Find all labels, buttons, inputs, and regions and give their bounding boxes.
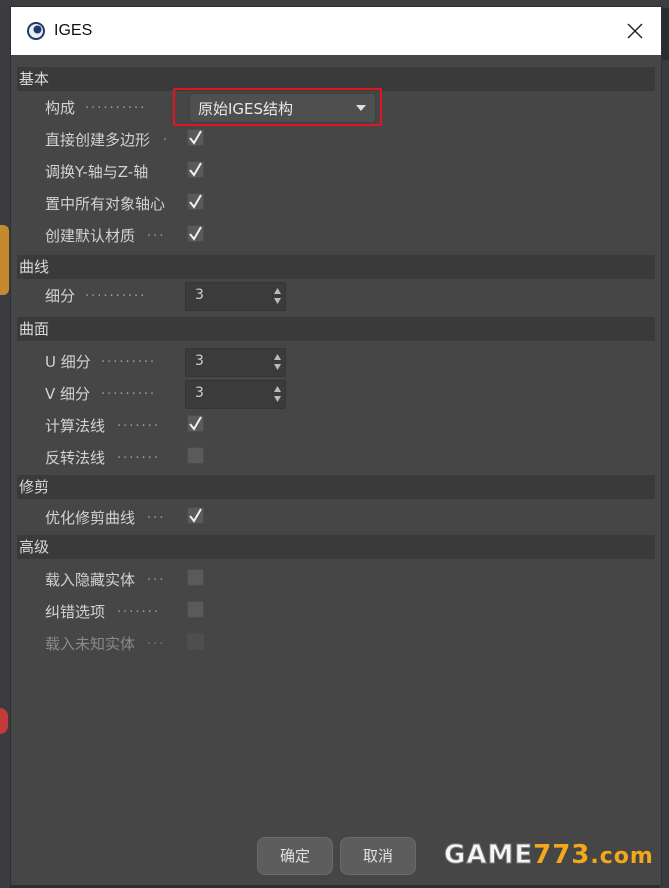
caret-down-icon bbox=[356, 105, 366, 111]
cinema4d-app-icon bbox=[27, 22, 45, 40]
row-v-subdivision: V 细分 ......... 3 bbox=[17, 377, 655, 409]
stepper-arrows-icon[interactable] bbox=[274, 386, 281, 402]
stepper-arrows-icon[interactable] bbox=[274, 354, 281, 370]
error-options-checkbox[interactable] bbox=[187, 601, 204, 618]
row-flip-normals: 反转法线 ....... bbox=[17, 441, 655, 473]
direct-polygon-checkbox[interactable] bbox=[187, 129, 204, 146]
curve-subdivision-label: 细分 bbox=[45, 287, 76, 305]
row-default-material: 创建默认材质 ... bbox=[17, 219, 655, 251]
u-subdivision-value: 3 bbox=[195, 353, 204, 369]
close-icon bbox=[627, 23, 643, 39]
row-calc-normals: 计算法线 ....... bbox=[17, 409, 655, 441]
u-subdivision-stepper[interactable]: 3 bbox=[185, 348, 286, 377]
cancel-button[interactable]: 取消 bbox=[340, 837, 416, 875]
load-unknown-checkbox bbox=[187, 633, 204, 650]
v-subdivision-stepper[interactable]: 3 bbox=[185, 380, 286, 409]
error-options-label: 纠错选项 bbox=[45, 603, 106, 621]
load-hidden-label: 载入隐藏实体 bbox=[45, 571, 136, 589]
section-header-advanced: 高级 bbox=[17, 535, 655, 559]
checkmark-icon bbox=[189, 162, 202, 177]
flip-normals-checkbox[interactable] bbox=[187, 447, 204, 464]
section-header-curve: 曲线 bbox=[17, 255, 655, 279]
dialog-titlebar: IGES bbox=[11, 7, 661, 55]
optimize-trim-label: 优化修剪曲线 bbox=[45, 509, 136, 527]
default-material-label: 创建默认材质 bbox=[45, 227, 136, 245]
leader-dots: ... bbox=[147, 225, 166, 240]
row-composition: 构成 .......... 原始IGES结构 bbox=[17, 88, 655, 126]
row-load-hidden: 载入隐藏实体 ... bbox=[17, 563, 655, 595]
u-subdivision-label: U 细分 bbox=[45, 353, 91, 371]
composition-dropdown[interactable]: 原始IGES结构 bbox=[189, 93, 376, 123]
watermark-part3: .com bbox=[590, 844, 654, 869]
close-button[interactable] bbox=[623, 19, 647, 43]
leader-dots: .......... bbox=[85, 285, 147, 300]
calc-normals-label: 计算法线 bbox=[45, 417, 106, 435]
leader-dots: ......... bbox=[101, 351, 157, 366]
dialog-title: IGES bbox=[54, 22, 93, 39]
calc-normals-checkbox[interactable] bbox=[187, 415, 204, 432]
direct-polygon-label: 直接创建多边形 bbox=[45, 131, 151, 149]
leader-dots: ......... bbox=[101, 383, 157, 398]
leader-dots: .......... bbox=[85, 97, 147, 112]
flip-normals-label: 反转法线 bbox=[45, 449, 106, 467]
composition-label: 构成 bbox=[45, 99, 76, 117]
row-optimize-trim: 优化修剪曲线 ... bbox=[17, 501, 655, 533]
background-app-red-element bbox=[0, 708, 8, 734]
watermark-part2: 773 bbox=[533, 840, 591, 870]
checkmark-icon bbox=[189, 194, 202, 209]
load-hidden-checkbox[interactable] bbox=[187, 569, 204, 586]
v-subdivision-value: 3 bbox=[195, 385, 204, 401]
stepper-arrows-icon[interactable] bbox=[274, 288, 281, 304]
checkmark-icon bbox=[189, 416, 202, 431]
curve-subdivision-value: 3 bbox=[195, 287, 204, 303]
load-unknown-label: 载入未知实体 bbox=[45, 635, 136, 653]
center-axes-label: 置中所有对象轴心 bbox=[45, 195, 166, 213]
row-u-subdivision: U 细分 ......... 3 bbox=[17, 345, 655, 377]
swap-yz-checkbox[interactable] bbox=[187, 161, 204, 178]
swap-yz-label: 调换Y-轴与Z-轴 bbox=[45, 163, 149, 181]
leader-dots: ....... bbox=[117, 415, 160, 430]
row-center-axes: 置中所有对象轴心 bbox=[17, 187, 655, 219]
row-direct-polygon: 直接创建多边形 . bbox=[17, 123, 655, 155]
leader-dots: ... bbox=[147, 633, 166, 648]
section-header-surface: 曲面 bbox=[17, 317, 655, 341]
leader-dots: . bbox=[163, 129, 170, 144]
iges-dialog: IGES 基本 构成 .......... 原始IGES结构 直接创建多边形 . bbox=[10, 6, 662, 886]
dialog-content: 基本 构成 .......... 原始IGES结构 直接创建多边形 . 调换Y-… bbox=[17, 67, 655, 659]
section-header-trim: 修剪 bbox=[17, 475, 655, 499]
row-error-options: 纠错选项 ....... bbox=[17, 595, 655, 627]
leader-dots: ....... bbox=[117, 601, 160, 616]
site-watermark-logo: GAME773.com bbox=[443, 840, 654, 871]
ok-button[interactable]: 确定 bbox=[257, 837, 333, 875]
leader-dots: ... bbox=[147, 569, 166, 584]
background-app-left-strip bbox=[0, 8, 10, 888]
row-curve-subdivision: 细分 .......... 3 bbox=[17, 279, 655, 311]
composition-value: 原始IGES结构 bbox=[198, 100, 294, 118]
row-load-unknown: 载入未知实体 ... bbox=[17, 627, 655, 659]
curve-subdivision-stepper[interactable]: 3 bbox=[185, 282, 286, 311]
checkmark-icon bbox=[189, 130, 202, 145]
v-subdivision-label: V 细分 bbox=[45, 385, 91, 403]
background-app-orange-element bbox=[0, 225, 9, 295]
checkmark-icon bbox=[189, 226, 202, 241]
row-swap-yz: 调换Y-轴与Z-轴 bbox=[17, 155, 655, 187]
checkmark-icon bbox=[189, 508, 202, 523]
center-axes-checkbox[interactable] bbox=[187, 193, 204, 210]
watermark-part1: GAME bbox=[443, 840, 534, 871]
default-material-checkbox[interactable] bbox=[187, 225, 204, 242]
optimize-trim-checkbox[interactable] bbox=[187, 507, 204, 524]
leader-dots: ... bbox=[147, 507, 166, 522]
leader-dots: ....... bbox=[117, 447, 160, 462]
